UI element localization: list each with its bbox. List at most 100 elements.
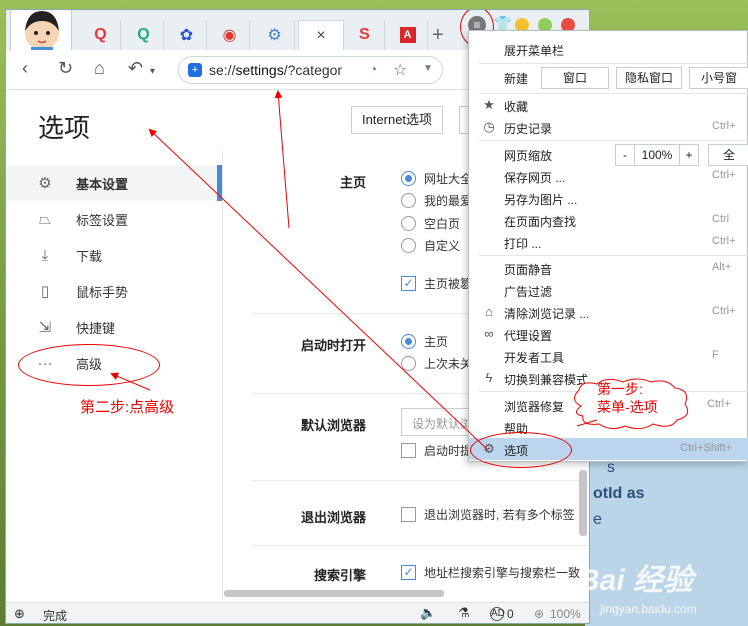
checkbox[interactable]: ✓ bbox=[401, 276, 416, 291]
chevron-down-icon[interactable]: ▾ bbox=[150, 66, 155, 77]
exit-checkbox[interactable]: 退出浏览器时, 若有多个标签 bbox=[401, 506, 575, 523]
search-engine-checkbox[interactable]: ✓ 地址栏搜索引擎与搜索栏一致 bbox=[401, 564, 580, 581]
option-label: 主页被篡 bbox=[424, 277, 473, 291]
menu-item-save-page[interactable]: 保存网页 ... Ctrl+ bbox=[469, 165, 748, 187]
annotation-step1-detail: 菜单-选项 bbox=[597, 399, 658, 415]
tab-weibo[interactable]: ◉ bbox=[210, 20, 250, 50]
close-icon[interactable]: × bbox=[316, 27, 325, 45]
menu-item-label: 保存网页 ... bbox=[504, 171, 566, 185]
menu-item-mute[interactable]: 页面静音 Alt+ bbox=[469, 257, 748, 279]
zoom-level[interactable]: 100% bbox=[550, 607, 581, 621]
star-icon[interactable]: ☆ bbox=[393, 60, 407, 80]
checkbox[interactable]: ✓ bbox=[401, 565, 416, 580]
tab-search-1[interactable]: Q bbox=[81, 20, 121, 50]
fullscreen-button[interactable]: 全 bbox=[708, 144, 748, 166]
menu-item-label: 代理设置 bbox=[504, 329, 553, 343]
menu-item-label: 开发者工具 bbox=[504, 351, 565, 365]
tab-settings-icon[interactable]: ⚙ bbox=[255, 20, 295, 50]
menu-item-label: 展开菜单栏 bbox=[504, 44, 565, 58]
radio-button[interactable] bbox=[401, 171, 416, 186]
zoom-out-button[interactable]: - bbox=[615, 144, 635, 166]
menu-item-shortcut: Ctrl+ bbox=[712, 305, 736, 317]
search-engine-label: 搜索引擎 bbox=[313, 568, 366, 583]
homepage-option-2[interactable]: 我的最爱 bbox=[401, 192, 472, 209]
tab-sogou[interactable]: S bbox=[345, 20, 385, 50]
clock-icon: ◷ bbox=[483, 119, 495, 134]
annotation-circle-advanced bbox=[18, 344, 160, 386]
checkbox[interactable] bbox=[401, 443, 416, 458]
new-private-window-button[interactable]: 隐私窗口 bbox=[616, 67, 682, 89]
paw-icon: ✿ bbox=[179, 27, 194, 44]
menu-item-proxy[interactable]: ∞ 代理设置 bbox=[469, 323, 748, 345]
new-alt-window-button[interactable]: 小号窗 bbox=[689, 67, 748, 89]
option-label: 地址栏搜索引擎与搜索栏一致 bbox=[424, 566, 581, 580]
vertical-scrollbar[interactable] bbox=[579, 470, 587, 536]
pdf-icon: A bbox=[399, 27, 416, 43]
gear-icon: ⚙ bbox=[267, 27, 282, 44]
menu-item-label: 收藏 bbox=[504, 100, 529, 114]
radio-button[interactable] bbox=[401, 334, 416, 349]
back-icon[interactable]: ‹ bbox=[22, 58, 28, 79]
zoom-icon[interactable]: ⊕ bbox=[534, 607, 544, 621]
homepage-option-3[interactable]: 空白页 bbox=[401, 215, 460, 232]
menu-item-save-image[interactable]: 另存为图片 ... bbox=[469, 187, 748, 209]
sidebar-item-label: 标签设置 bbox=[76, 212, 129, 228]
sidebar-item-label: 下载 bbox=[76, 248, 103, 264]
tab-search-2[interactable]: Q bbox=[124, 20, 164, 50]
url-bar[interactable]: + se://settings/?categor ◔ ☆ ▼ bbox=[178, 56, 443, 84]
undo-icon[interactable]: ↶ bbox=[128, 58, 143, 79]
sidebar-item-tabs[interactable]: ⏢ 标签设置 bbox=[6, 201, 222, 237]
user-avatar[interactable] bbox=[10, 10, 72, 55]
home-icon[interactable]: ⌂ bbox=[94, 58, 105, 79]
option-label: 网址大全 bbox=[424, 172, 473, 186]
internet-options-button[interactable]: Internet选项 bbox=[351, 106, 443, 134]
menu-item-history[interactable]: ◷ 历史记录 Ctrl+ bbox=[469, 116, 748, 138]
lightning-icon: ϟ bbox=[485, 370, 493, 385]
sidebar-item-download[interactable]: ⤓ 下载 bbox=[6, 237, 222, 273]
option-label: 上次未关 bbox=[424, 357, 473, 371]
flask-icon[interactable]: ⚗ bbox=[458, 605, 470, 621]
zoom-in-button[interactable]: + bbox=[679, 144, 699, 166]
radio-button[interactable] bbox=[401, 216, 416, 231]
startup-check-checkbox[interactable]: 启动时提 bbox=[401, 442, 472, 459]
adblock-icon[interactable]: AD bbox=[490, 607, 505, 621]
homepage-protect-checkbox[interactable]: ✓ 主页被篡 bbox=[401, 275, 472, 292]
status-arrow-icon[interactable]: ⊕ bbox=[14, 606, 25, 622]
annotation-circle-options bbox=[470, 432, 572, 468]
speaker-icon[interactable]: 🔈 bbox=[420, 605, 436, 621]
new-window-button[interactable]: 窗口 bbox=[541, 67, 609, 89]
horizontal-scrollbar[interactable] bbox=[224, 590, 444, 597]
menu-item-expand[interactable]: 展开菜单栏 bbox=[469, 38, 748, 60]
radio-button[interactable] bbox=[401, 193, 416, 208]
startup-option-1[interactable]: 主页 bbox=[401, 333, 448, 350]
menu-item-favorites[interactable]: ★ 收藏 bbox=[469, 94, 748, 116]
homepage-option-1[interactable]: 网址大全 bbox=[401, 170, 472, 187]
tab-settings[interactable]: × bbox=[298, 20, 344, 50]
sidebar-item-mouse[interactable]: ▯ 鼠标手势 bbox=[6, 273, 222, 309]
speed-icon[interactable]: ◔ bbox=[369, 61, 377, 77]
sidebar-item-basic[interactable]: ⚙ 基本设置 bbox=[6, 165, 222, 201]
menu-item-find[interactable]: 在页面内查找 Ctrl bbox=[469, 209, 748, 231]
radio-button[interactable] bbox=[401, 238, 416, 253]
radio-button[interactable] bbox=[401, 356, 416, 371]
homepage-option-4[interactable]: 自定义 bbox=[401, 237, 460, 254]
tab-pdf[interactable]: A bbox=[388, 20, 428, 50]
checkbox[interactable] bbox=[401, 507, 416, 522]
search-icon: Q bbox=[94, 26, 107, 43]
chevron-down-icon[interactable]: ▼ bbox=[423, 63, 433, 74]
menu-item-adblock[interactable]: 广告过滤 bbox=[469, 279, 748, 301]
menu-item-print[interactable]: 打印 ... Ctrl+ bbox=[469, 231, 748, 253]
startup-option-2[interactable]: 上次未关 bbox=[401, 355, 472, 372]
menu-divider bbox=[479, 255, 748, 256]
menu-item-clear-history[interactable]: ⌂ 清除浏览记录 ... Ctrl+ bbox=[469, 301, 748, 323]
new-tab-button[interactable]: + bbox=[432, 24, 444, 47]
url-text[interactable]: se://settings/?categor bbox=[209, 62, 365, 78]
menu-item-devtools[interactable]: 开发者工具 F bbox=[469, 345, 748, 367]
menu-item-shortcut: F bbox=[712, 349, 719, 361]
refresh-icon[interactable]: ↻ bbox=[58, 58, 73, 79]
annotation-step1: 第一步: 菜单-选项 bbox=[597, 380, 658, 416]
url-suffix: /?categor bbox=[283, 62, 343, 78]
tab-baidu[interactable]: ✿ bbox=[167, 20, 207, 50]
sidebar-item-shortcuts[interactable]: ⇲ 快捷键 bbox=[6, 309, 222, 345]
default-browser-label: 默认浏览器 bbox=[300, 418, 366, 433]
